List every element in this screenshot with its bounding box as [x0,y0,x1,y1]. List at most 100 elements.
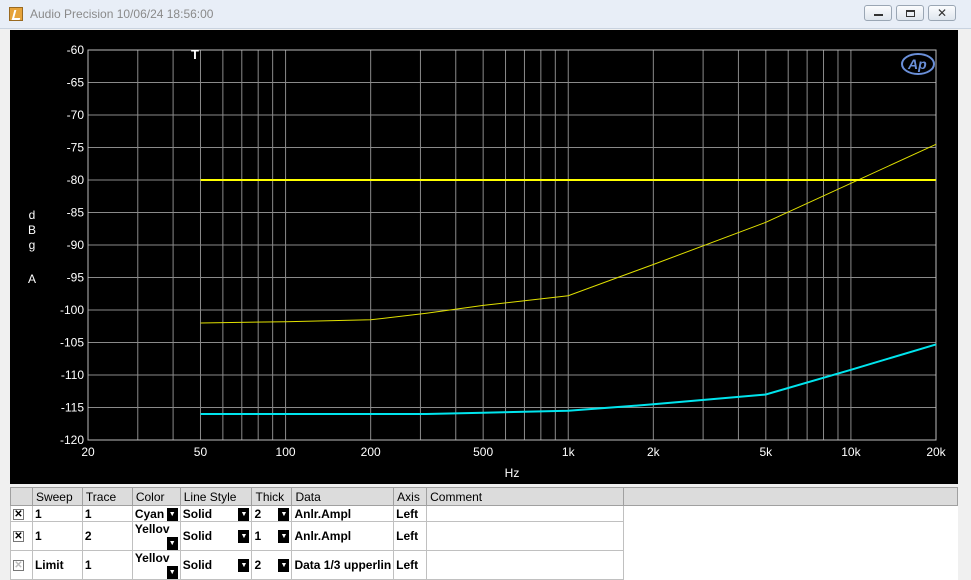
table-row[interactable]: ✕ Limit 1 Yellov ▼ Solid ▼ 2 ▼ Data 1/3 upp… [10,550,958,580]
dropdown-arrow-icon[interactable]: ▼ [238,507,250,521]
y-tick-label: -95 [67,271,85,285]
maximize-icon [906,10,915,17]
row-filler [623,505,958,522]
table-row[interactable]: ✕ 1 2 Yellov ▼ Solid ▼ 1 ▼ Anlr.Ampl Left [10,521,958,551]
x-tick-label: 100 [276,445,296,459]
y-tick-label: -90 [67,238,85,252]
cell-axis[interactable]: Left [393,521,428,551]
dropdown-arrow-icon[interactable]: ▼ [166,507,178,521]
cell-axis[interactable]: Left [393,505,428,522]
dropdown-arrow-icon[interactable]: ▼ [166,537,178,550]
table-row[interactable]: ✕ 1 1 Cyan ▼ Solid ▼ 2 ▼ Anlr.Ampl Left [10,505,958,522]
cell-axis[interactable]: Left [393,550,428,580]
cell-line-style[interactable]: Solid ▼ [179,550,253,580]
x-tick-label: 5k [759,445,773,459]
dropdown-arrow-icon[interactable]: ▼ [238,530,250,543]
cell-color[interactable]: Cyan ▼ [131,505,181,522]
ylabel-char: g [28,238,36,252]
header-filler [623,487,958,506]
minimize-button[interactable] [864,5,892,21]
trace-table: Sweep Trace Color Line Style Thick Data … [10,487,958,580]
dropdown-arrow-icon[interactable]: ▼ [166,566,178,579]
header-sweep[interactable]: Sweep [31,487,83,506]
cell-sweep[interactable]: Limit [31,550,83,580]
line-style-value: Solid [182,558,213,572]
color-value: Yellov [134,551,170,566]
header-data[interactable]: Data [291,487,395,506]
close-icon: ✕ [936,6,948,20]
ylabel-char: B [27,223,36,237]
y-tick-label: -75 [67,141,85,155]
cell-thick[interactable]: 2 ▼ [251,505,293,522]
header-trace[interactable]: Trace [81,487,133,506]
title-bar: Audio Precision 10/06/24 18:56:00 ✕ [0,0,971,29]
cell-data[interactable]: Anlr.Ampl [291,505,395,522]
x-tick-label: 20k [926,445,946,459]
graph-panel[interactable]: -60 -65 -70 -75 -80 -85 -90 -95 -100 -105 -110 -115… [10,30,958,484]
header-comment[interactable]: Comment [426,487,625,506]
cell-data[interactable]: Anlr.Ampl [291,521,395,551]
cell-data[interactable]: Data 1/3 upperlin [291,550,395,580]
cursor-marker[interactable]: T [191,47,199,62]
y-tick-label: -110 [61,368,84,382]
y-tick-label: -70 [67,108,85,122]
y-tick-label: -105 [60,336,84,350]
thick-value: 2 [254,558,262,572]
cell-comment[interactable] [426,550,625,580]
y-tick-label: -100 [60,303,84,317]
cell-trace[interactable]: 1 [81,505,133,522]
x-tick-label: 500 [473,445,493,459]
trace-enable-checkbox[interactable]: ✕ [13,508,24,520]
header-thick[interactable]: Thick [251,487,293,506]
color-value: Yellov [134,522,170,537]
cell-thick[interactable]: 1 ▼ [251,521,293,551]
y-tick-label: -80 [67,173,85,187]
maximize-button[interactable] [896,5,924,21]
ap-logo-text: Ap [907,56,927,72]
cell-comment[interactable] [426,521,625,551]
dropdown-arrow-icon[interactable]: ▼ [238,559,250,572]
x-tick-label: 50 [194,445,208,459]
chart-plot: -60 -65 -70 -75 -80 -85 -90 -95 -100 -105 -110 -115… [60,43,947,480]
trace-enable-checkbox[interactable]: ✕ [13,531,24,543]
cell-sweep[interactable]: 1 [31,521,83,551]
line-style-value: Solid [182,506,213,521]
window-title: Audio Precision 10/06/24 18:56:00 [30,7,214,21]
thick-value: 2 [254,506,262,521]
row-filler [623,550,958,580]
x-tick-label: 200 [361,445,381,459]
app-icon [9,7,23,21]
header-line-style[interactable]: Line Style [179,487,253,506]
y-tick-label: -115 [61,401,84,415]
cell-line-style[interactable]: Solid ▼ [179,521,253,551]
ylabel-char: A [27,272,36,286]
table-header-row: Sweep Trace Color Line Style Thick Data … [10,487,958,506]
x-tick-label: 10k [841,445,861,459]
thick-value: 1 [254,529,262,543]
dropdown-arrow-icon[interactable]: ▼ [278,507,290,521]
cell-sweep[interactable]: 1 [31,505,83,522]
minimize-icon [874,14,883,16]
cell-trace[interactable]: 1 [81,550,133,580]
x-tick-label: 20 [81,445,95,459]
cell-comment[interactable] [426,505,625,522]
cell-color[interactable]: Yellov ▼ [131,550,181,580]
cell-trace[interactable]: 2 [81,521,133,551]
header-color[interactable]: Color [131,487,181,506]
header-axis[interactable]: Axis [393,487,428,506]
ylabel-char: d [28,208,36,222]
line-style-value: Solid [182,529,213,543]
cell-line-style[interactable]: Solid ▼ [179,505,253,522]
close-button[interactable]: ✕ [928,5,956,21]
cell-thick[interactable]: 2 ▼ [251,550,293,580]
dropdown-arrow-icon[interactable]: ▼ [278,530,290,543]
row-filler [623,521,958,551]
color-value: Cyan [134,506,165,521]
dropdown-arrow-icon[interactable]: ▼ [278,559,290,572]
ap-logo-icon: Ap [901,53,935,75]
y-tick-label: -85 [67,206,85,220]
x-axis-label: Hz [505,466,520,480]
cell-color[interactable]: Yellov ▼ [131,521,181,551]
x-tick-label: 2k [647,445,661,459]
y-tick-label: -60 [67,43,85,57]
